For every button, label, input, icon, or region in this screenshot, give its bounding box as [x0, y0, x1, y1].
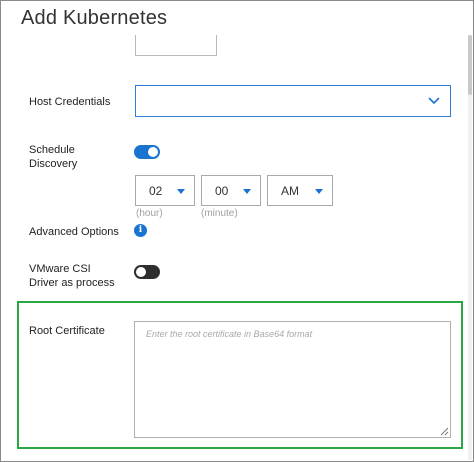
- schedule-discovery-label: Schedule Discovery: [29, 143, 77, 171]
- vmware-csi-toggle[interactable]: [134, 265, 160, 279]
- minute-select[interactable]: 00: [201, 175, 261, 206]
- minute-value: 00: [215, 184, 229, 198]
- caret-down-icon: [177, 189, 185, 194]
- dialog-title: Add Kubernetes: [21, 7, 168, 29]
- toggle-knob: [136, 267, 146, 277]
- caret-down-icon: [243, 189, 251, 194]
- scrollbar-thumb[interactable]: [468, 35, 472, 95]
- add-kubernetes-dialog: Add Kubernetes Host Credentials Schedule…: [0, 0, 474, 462]
- advanced-options-label: Advanced Options: [29, 226, 119, 238]
- schedule-discovery-label-line2: Discovery: [29, 158, 78, 170]
- vmware-csi-label: VMware CSI Driver as process: [29, 262, 115, 290]
- scrollbar[interactable]: [468, 35, 472, 460]
- root-certificate-textarea[interactable]: [134, 321, 451, 438]
- hour-value: 02: [149, 184, 163, 198]
- ampm-select[interactable]: AM: [267, 175, 333, 206]
- chevron-down-icon: [428, 97, 440, 105]
- root-certificate-label: Root Certificate: [29, 325, 105, 337]
- toggle-knob: [148, 147, 158, 157]
- vmware-csi-label-line2: Driver as process: [29, 277, 115, 289]
- schedule-discovery-toggle[interactable]: [134, 145, 160, 159]
- ampm-value: AM: [281, 184, 299, 198]
- minute-hint: (minute): [201, 208, 238, 219]
- hour-hint: (hour): [136, 208, 163, 219]
- previous-field-input[interactable]: [135, 35, 217, 56]
- caret-down-icon: [315, 189, 323, 194]
- vmware-csi-label-line1: VMware CSI: [29, 263, 91, 275]
- info-icon[interactable]: i: [134, 224, 147, 237]
- schedule-discovery-label-line1: Schedule: [29, 144, 75, 156]
- host-credentials-select[interactable]: [135, 85, 451, 117]
- host-credentials-label: Host Credentials: [29, 96, 111, 108]
- hour-select[interactable]: 02: [135, 175, 195, 206]
